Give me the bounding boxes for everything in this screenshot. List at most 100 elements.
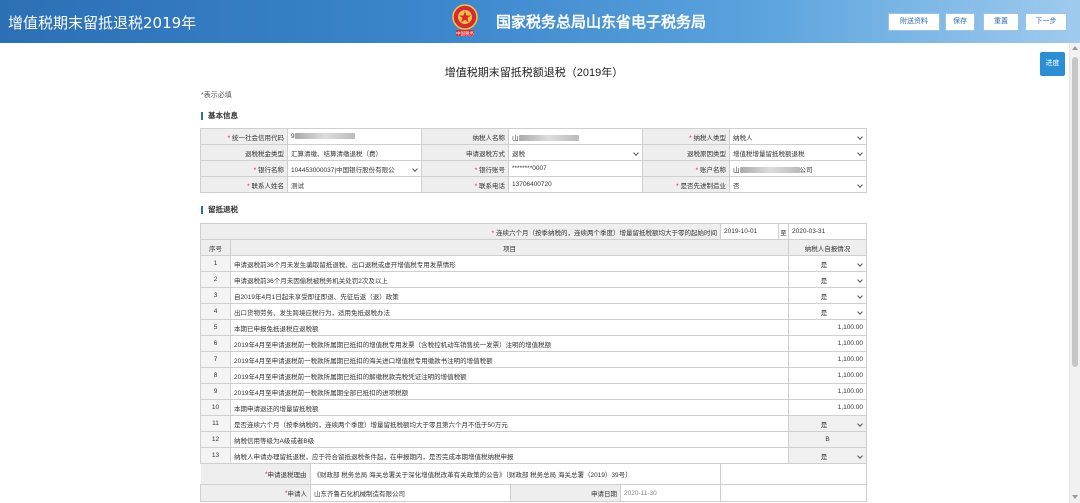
reason-textarea[interactable]: 《财政部 税务总局 海关总署关于深化增值税改革有关政策的公告》〔财政部 税务总局… — [311, 464, 721, 484]
row-item-text: 自2019年4月1日起未享受即征即退、先征后返（退）政策 — [230, 287, 789, 304]
redacted-mask — [739, 166, 800, 173]
row-value: B — [788, 431, 867, 448]
field-input[interactable]: 9 — [287, 128, 422, 145]
row-item-text: 本期已申报免抵退税应退税额 — [230, 319, 789, 336]
emblem-caption: 中国税务 — [456, 30, 474, 37]
row-number: 1 — [200, 255, 231, 272]
field-select[interactable]: 否 — [729, 176, 867, 193]
table-row: 10 本期申请退还的增量留抵税额 1,100.00 — [200, 399, 867, 416]
row-item-text: 2019年4月至申请退税前一税款所属期全部已抵扣的进项税额 — [230, 383, 789, 400]
save-button[interactable]: 保存 — [945, 13, 975, 31]
table-row: 6 2019年4月至申请退税前一税款所属期已抵扣的增值税专用发票（含税控机动车销售… — [200, 335, 867, 352]
field-label: 纳税人名称 — [421, 128, 509, 145]
date-field[interactable]: 2020-11-30 — [621, 486, 720, 501]
period-to: 至 — [778, 223, 789, 240]
row-value: 1,100.00 — [788, 351, 867, 368]
period-start-field[interactable]: 2019-10-01 — [720, 223, 779, 240]
field-input[interactable]: 测试 — [287, 176, 422, 193]
row-number: 6 — [200, 335, 231, 352]
reason-row: * 申请退税理由 《财政部 税务总局 海关总署关于深化增值税改革有关政策的公告》… — [200, 463, 867, 485]
vertical-scrollbar[interactable] — [1069, 43, 1080, 503]
table-row: 2 申请退税前36个月未因偷税被税务机关处罚2次及以上是 — [200, 271, 867, 288]
refund-table: * 连续六个月（按季纳税的，连续两个季度）增量留抵税额均大于零的起始时间 201… — [200, 223, 867, 502]
row-item-text: 出口货物劳务、发生跨境应税行为，适用免抵退税办法 — [230, 303, 789, 320]
field-select[interactable]: 104453000037|中国银行股份有限公 — [287, 160, 422, 177]
scroll-thumb[interactable] — [1072, 57, 1078, 367]
field-label: * 是否先进制造业 — [642, 176, 730, 193]
applicant-row: * 申请人 山东齐鲁石化机械制造有限公司 申请日期 2020-11-30 — [200, 484, 867, 502]
next-step-button[interactable]: 下一步 — [1025, 13, 1067, 31]
table-row: 7 2019年4月至申请退税前一税款所属期已抵扣的海关进口增值税专用缴款书注明的增… — [200, 351, 867, 368]
row-status-select[interactable]: 是 — [788, 271, 867, 288]
reason-textarea-ext[interactable] — [720, 463, 867, 485]
field-input[interactable]: 山公司 — [729, 160, 867, 177]
attach-docs-button[interactable]: 附送资料 — [888, 13, 940, 31]
row-item-text: 申请退税前36个月未发生骗取留抵退税、出口退税或虚开增值税专用发票情形 — [230, 255, 789, 272]
period-end-field[interactable]: 2020-03-31 — [788, 223, 867, 240]
redacted-mask — [294, 133, 355, 140]
row-item-text: 是否连续六个月（按季纳税的，连续两个季度）增量留抵税额均大于零且第六个月不低于5… — [230, 415, 789, 432]
applicant-row-ext — [720, 484, 867, 502]
reason-label: * 申请退税理由 — [200, 464, 311, 484]
row-number: 4 — [200, 303, 231, 320]
scroll-up-icon[interactable] — [1072, 46, 1078, 50]
field-label: * 统一社会信用代码 — [200, 128, 288, 145]
field-input[interactable]: 汇算清缴、结算清缴退税（费） — [287, 144, 422, 161]
row-item-text: 纳税信用等级为A级或者B级 — [230, 431, 789, 448]
field-label: * 联系人姓名 — [200, 176, 288, 193]
basic-info-row: * 联系人姓名 测试 * 联系电话 13706400720 * 是否先进制造业否 — [200, 176, 867, 193]
basic-info-row: * 统一社会信用代码 9 纳税人名称山 * 纳税人类型 纳税人 — [200, 128, 867, 145]
col-status-header: 纳税人自报情况 — [788, 239, 867, 256]
row-status-select[interactable]: 是 — [788, 255, 867, 272]
row-item-text: 纳税人申请办理留抵退税，应于符合留抵退税条件起，在申报期内，是否完成本期增值税纳… — [230, 447, 789, 464]
field-label: 退税税金类型 — [200, 144, 288, 161]
row-number: 9 — [200, 383, 231, 400]
row-item-text: 2019年4月至申请退税前一税款所属期已抵扣的增值税专用发票（含税控机动车销售统… — [230, 335, 789, 352]
row-value: 1,100.00 — [788, 367, 867, 384]
basic-info-table: * 统一社会信用代码 9 纳税人名称山 * 纳税人类型 纳税人 退税税金类型 汇算清缴、结算… — [200, 128, 867, 193]
field-select[interactable]: 纳税人 — [729, 128, 867, 145]
bureau-title: 国家税务总局山东省电子税务局 — [496, 13, 707, 31]
field-input[interactable]: 13706400720 — [508, 176, 643, 193]
row-number: 13 — [200, 447, 231, 464]
applicant-field[interactable]: 山东齐鲁石化机械制造有限公司 — [311, 485, 511, 501]
row-value: 1,100.00 — [788, 335, 867, 352]
table-row: 11 是否连续六个月（按季纳税的，连续两个季度）增量留抵税额均大于零且第六个月不低… — [200, 415, 867, 432]
row-status-select[interactable]: 是 — [788, 287, 867, 304]
row-number: 3 — [200, 287, 231, 304]
field-label: * 账户名称 — [642, 160, 730, 177]
row-status-select[interactable]: 是 — [788, 303, 867, 320]
table-row: 12 纳税信用等级为A级或者B级 B — [200, 431, 867, 448]
col-item-header: 项目 — [230, 239, 789, 256]
scroll-down-icon[interactable] — [1072, 495, 1078, 499]
redacted-mask — [518, 134, 579, 141]
field-select[interactable]: 退税 — [508, 144, 643, 161]
basic-info-row: 退税税金类型 汇算清缴、结算清缴退税（费） 申请退税方式 退税 退税原因类型 增值税增量留… — [200, 144, 867, 161]
app-title: 增值税期末留抵退税2019年 — [8, 14, 197, 32]
row-number: 5 — [200, 319, 231, 336]
field-input[interactable]: 山 — [508, 128, 643, 145]
required-note: *表示必填 — [201, 92, 232, 99]
field-label: * 纳税人类型 — [642, 128, 730, 145]
row-number: 12 — [200, 431, 231, 448]
basic-info-title: 基本信息 — [201, 112, 238, 120]
reset-button[interactable]: 重置 — [983, 13, 1019, 31]
basic-info-row: * 银行名称 104453000037|中国银行股份有限公 * 银行账号 ******… — [200, 160, 867, 177]
row-item-text: 本期申请退还的增量留抵税额 — [230, 399, 789, 416]
refund-title: 留抵退税 — [201, 206, 238, 214]
row-status-select[interactable]: 是 — [788, 447, 867, 464]
field-input[interactable]: ********0007 — [508, 160, 643, 177]
row-item-text: 2019年4月至申请退税前一税款所属期已抵扣的解缴税款完税凭证注明的增值税额 — [230, 367, 789, 384]
row-item-text: 申请退税前36个月未因偷税被税务机关处罚2次及以上 — [230, 271, 789, 288]
row-status-select[interactable]: 是 — [788, 415, 867, 432]
table-row: 1 申请退税前36个月未发生骗取留抵退税、出口退税或虚开增值税专用发票情形是 — [200, 255, 867, 272]
field-select[interactable]: 增值税增量留抵税额退税 — [729, 144, 867, 161]
field-label: 退税原因类型 — [642, 144, 730, 161]
table-row: 8 2019年4月至申请退税前一税款所属期已抵扣的解缴税款完税凭证注明的增值税额 1… — [200, 367, 867, 384]
page-title: 增值税期末留抵税额退税（2019年） — [444, 67, 624, 79]
date-label: 申请日期 — [511, 485, 621, 501]
table-row: 9 2019年4月至申请退税前一税款所属期全部已抵扣的进项税额 1,100.00 — [200, 383, 867, 400]
table-row: 13 纳税人申请办理留抵退税，应于符合留抵退税条件起，在申报期内，是否完成本期增值… — [200, 447, 867, 464]
row-value: 1,100.00 — [788, 319, 867, 336]
row-value: 1,100.00 — [788, 383, 867, 400]
